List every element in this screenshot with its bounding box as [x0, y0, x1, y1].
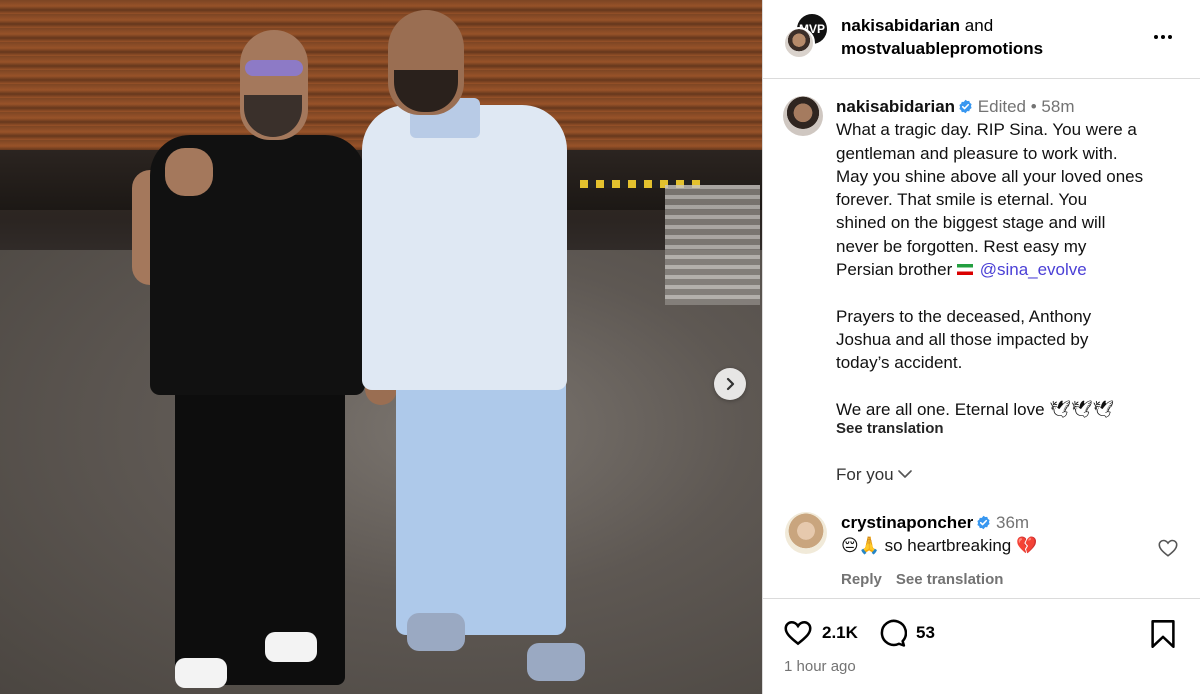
verified-badge-icon: [977, 515, 990, 530]
header-username-2[interactable]: mostvaluablepromotions: [841, 39, 1043, 58]
heart-icon: [784, 620, 812, 646]
comment-actions: Reply See translation: [841, 571, 1017, 588]
chevron-down-icon: [897, 470, 912, 478]
comment-time[interactable]: 36m: [996, 513, 1029, 532]
commenter-avatar[interactable]: [785, 512, 827, 554]
post-photo[interactable]: [0, 0, 762, 694]
header-username-1[interactable]: nakisabidarian: [841, 16, 960, 35]
header-joiner: and: [960, 16, 994, 35]
comment-bubble-icon: [880, 619, 907, 647]
edited-label: Edited: [977, 97, 1026, 116]
dot-icon: [1168, 35, 1172, 39]
bookmark-icon[interactable]: [1149, 619, 1177, 649]
mention-link[interactable]: @sina_evolve: [980, 260, 1087, 279]
chevron-right-icon: [726, 377, 735, 391]
reply-button[interactable]: Reply: [841, 571, 882, 588]
person-left-sunglasses: [245, 60, 303, 76]
post-caption: nakisabidarian Edited • 58m What a tragi…: [836, 97, 1144, 419]
for-you-dropdown[interactable]: For you: [836, 465, 912, 485]
comment-username[interactable]: crystinaponcher: [841, 513, 973, 532]
likes-count[interactable]: 2.1K: [822, 623, 858, 643]
dot-icon: [1161, 35, 1165, 39]
caption-line: What a tragic day. RIP Sina. You were a: [836, 120, 1137, 140]
shoe: [175, 658, 227, 688]
comment-button[interactable]: 53: [877, 618, 935, 648]
comment-header: crystinaponcher 36m: [841, 513, 1029, 533]
caption-line: never be forgotten. Rest easy my: [836, 236, 1087, 256]
caption-line: Prayers to the deceased, Anthony: [836, 306, 1092, 326]
see-translation-link[interactable]: See translation: [836, 420, 944, 437]
caption-line: Joshua and all those impacted by: [836, 329, 1089, 349]
iran-flag-icon: [956, 264, 973, 276]
next-image-button[interactable]: [714, 368, 746, 400]
caption-avatar[interactable]: [783, 96, 823, 136]
header-title: nakisabidarian and mostvaluablepromotion…: [841, 14, 1043, 60]
post-time-ago: 1 hour ago: [784, 658, 856, 675]
comment-see-translation-link[interactable]: See translation: [896, 571, 1004, 588]
comment-like-heart-icon[interactable]: [1157, 537, 1179, 559]
like-button[interactable]: 2.1K: [783, 618, 858, 648]
caption-line: Persian brother: [836, 260, 953, 280]
shoe: [407, 613, 465, 651]
person-right-shirt: [362, 105, 567, 390]
shoe: [527, 643, 585, 681]
post-sidebar: MVP nakisabidarian and mostvaluablepromo…: [762, 0, 1200, 694]
caption-line: gentleman and pleasure to work with.: [836, 143, 1118, 163]
shoe: [265, 632, 317, 662]
person-right-shoes: [405, 605, 585, 690]
post-header: MVP nakisabidarian and mostvaluablepromo…: [763, 0, 1200, 79]
caption-line: We are all one. Eternal love 🕊🕊🕊: [836, 399, 1114, 419]
comments-count[interactable]: 53: [916, 623, 935, 643]
post-time[interactable]: 58m: [1041, 97, 1074, 116]
verified-badge-icon: [959, 99, 972, 114]
dot-icon: [1154, 35, 1158, 39]
caption-line: shined on the biggest stage and will: [836, 213, 1106, 233]
comment-text: 😔🙏 so heartbreaking 💔: [841, 536, 1038, 555]
person-left-shoes: [175, 630, 345, 690]
equipment-rack: [665, 185, 760, 305]
collab-avatar-user[interactable]: [783, 27, 815, 59]
person-left-hand: [165, 148, 213, 196]
caption-line: forever. That smile is eternal. You: [836, 190, 1088, 210]
caption-line: today’s accident.: [836, 353, 963, 373]
more-options-button[interactable]: [1148, 22, 1178, 52]
post-actions-bar: 2.1K 53 1 hour ago: [763, 598, 1200, 694]
caption-line: May you shine above all your loved ones: [836, 166, 1144, 186]
person-right-pants: [396, 375, 566, 635]
caption-username[interactable]: nakisabidarian: [836, 97, 955, 116]
for-you-label: For you: [836, 465, 894, 484]
